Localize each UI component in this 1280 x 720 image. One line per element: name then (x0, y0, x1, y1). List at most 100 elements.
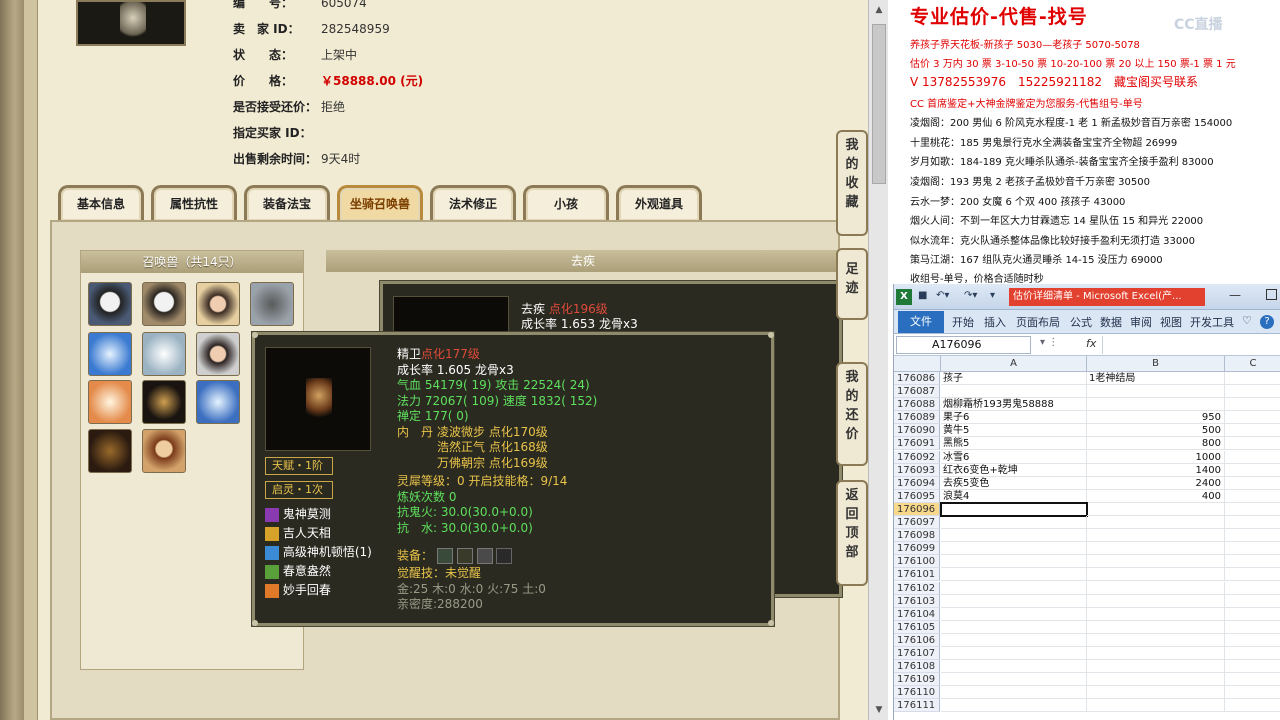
cell-b[interactable]: 2400 (1087, 476, 1225, 490)
cell-c[interactable] (1225, 686, 1280, 700)
cell-c[interactable] (1225, 477, 1280, 490)
row-number[interactable]: 176106 (894, 633, 940, 647)
row-number[interactable]: 176094 (894, 476, 940, 490)
cell-c[interactable] (1225, 660, 1280, 674)
ribbon-tab-review[interactable]: 审阅 (1130, 314, 1152, 330)
cell-b[interactable] (1087, 660, 1225, 674)
cell-b[interactable] (1087, 542, 1225, 556)
cell-c[interactable] (1225, 699, 1280, 713)
cell-a[interactable] (941, 633, 1087, 647)
cell-c[interactable] (1225, 464, 1280, 477)
cell-b[interactable] (1087, 699, 1225, 713)
equip-slot-icon[interactable] (436, 548, 453, 564)
maximize-icon[interactable] (1266, 289, 1277, 300)
pet-thumb[interactable] (88, 429, 132, 473)
column-header-c[interactable]: C (1225, 356, 1280, 372)
cell-b[interactable] (1087, 673, 1225, 687)
row-number[interactable]: 176095 (894, 489, 940, 503)
ribbon-tab-insert[interactable]: 插入 (984, 314, 1006, 330)
row-number[interactable]: 176092 (894, 450, 940, 464)
name-box[interactable]: A176096 (896, 336, 1031, 354)
cell-a[interactable]: 去疾5变色 (941, 476, 1087, 490)
redo-icon[interactable]: ↷▾ (964, 290, 977, 301)
cell-b[interactable] (1087, 646, 1225, 660)
cell-c[interactable] (1225, 529, 1280, 543)
undo-icon[interactable]: ↶▾ (936, 290, 949, 301)
cell-c[interactable] (1225, 490, 1280, 503)
cell-c[interactable] (1225, 647, 1280, 660)
cell-c[interactable] (1225, 516, 1280, 530)
row-number[interactable]: 176097 (894, 516, 940, 530)
cell-c[interactable] (1225, 595, 1280, 608)
cell-b[interactable]: 1000 (1087, 450, 1225, 464)
tab-equipment[interactable]: 装备法宝 (244, 185, 330, 221)
cell-b[interactable]: 950 (1087, 411, 1225, 425)
cell-a[interactable] (941, 529, 1087, 543)
skill-item[interactable]: 妙手回春 (265, 581, 372, 600)
cell-a[interactable] (941, 385, 1087, 399)
cell-a[interactable] (941, 594, 1087, 608)
cell-a[interactable] (941, 646, 1087, 660)
tab-spell-mods[interactable]: 法术修正 (430, 185, 516, 221)
tab-attributes[interactable]: 属性抗性 (151, 185, 237, 221)
cell-b[interactable]: 500 (1087, 424, 1225, 438)
row-number[interactable]: 176109 (894, 673, 940, 687)
ribbon-tab-formulas[interactable]: 公式 (1070, 314, 1092, 330)
cell-b[interactable] (1087, 502, 1225, 516)
cell-c[interactable] (1225, 372, 1280, 385)
cell-b[interactable] (1087, 633, 1225, 647)
my-bargains-button[interactable]: 我的还价 (836, 362, 868, 466)
select-all-corner[interactable] (894, 356, 941, 372)
row-number[interactable]: 176108 (894, 660, 940, 674)
cell-c[interactable] (1225, 555, 1280, 569)
skill-item[interactable]: 高级神机顿悟(1) (265, 543, 372, 562)
row-number[interactable]: 176102 (894, 581, 940, 595)
cell-b[interactable] (1087, 686, 1225, 700)
cell-c[interactable] (1225, 451, 1280, 464)
cell-a[interactable] (941, 542, 1087, 556)
help-icon[interactable]: ? (1260, 315, 1274, 329)
ribbon-tab-developer[interactable]: 开发工具 (1190, 314, 1234, 330)
save-icon[interactable]: ■ (918, 290, 927, 301)
cell-a[interactable]: 黄牛5 (941, 424, 1087, 438)
cell-b[interactable] (1087, 568, 1225, 582)
row-number[interactable]: 176096 (894, 502, 940, 516)
cell-b[interactable]: 400 (1087, 489, 1225, 503)
my-favorites-button[interactable]: 我的收藏 (836, 130, 868, 236)
cell-c[interactable] (1225, 634, 1280, 647)
row-number[interactable]: 176098 (894, 529, 940, 543)
row-number[interactable]: 176089 (894, 411, 940, 425)
cell-b[interactable]: 1400 (1087, 463, 1225, 477)
pet-thumb[interactable] (196, 282, 240, 326)
row-number[interactable]: 176101 (894, 568, 940, 582)
cell-c[interactable] (1225, 582, 1280, 595)
skill-item[interactable]: 吉人天相 (265, 524, 372, 543)
cell-a[interactable] (941, 620, 1087, 634)
row-number[interactable]: 176088 (894, 398, 940, 412)
cell-c[interactable] (1225, 542, 1280, 556)
scroll-down-icon[interactable]: ▼ (871, 702, 887, 718)
scroll-up-icon[interactable]: ▲ (871, 2, 887, 18)
skill-item[interactable]: 春意盎然 (265, 562, 372, 581)
pet-thumb[interactable] (142, 429, 186, 473)
cell-b[interactable] (1087, 398, 1225, 412)
row-number[interactable]: 176087 (894, 385, 940, 399)
cell-c[interactable] (1225, 437, 1280, 451)
row-number[interactable]: 176110 (894, 686, 940, 700)
ribbon-tab-layout[interactable]: 页面布局 (1016, 314, 1060, 330)
tab-appearance[interactable]: 外观道具 (616, 185, 702, 221)
tab-basic-info[interactable]: 基本信息 (58, 185, 144, 221)
customize-icon[interactable]: ▾ (990, 290, 995, 301)
cell-b[interactable] (1087, 516, 1225, 530)
pet-thumb[interactable] (142, 282, 186, 326)
row-number[interactable]: 176103 (894, 594, 940, 608)
equip-slot-icon[interactable] (476, 548, 493, 564)
cell-a[interactable]: 红衣6变色+乾坤 (941, 463, 1087, 477)
cell-c[interactable] (1225, 398, 1280, 412)
cell-a[interactable]: 烟柳霜桥193男鬼58888 (941, 398, 1087, 412)
row-number[interactable]: 176099 (894, 542, 940, 556)
pet-thumb[interactable] (250, 282, 294, 326)
cell-b[interactable] (1087, 529, 1225, 543)
row-number[interactable]: 176093 (894, 463, 940, 477)
cell-a[interactable] (941, 555, 1087, 569)
